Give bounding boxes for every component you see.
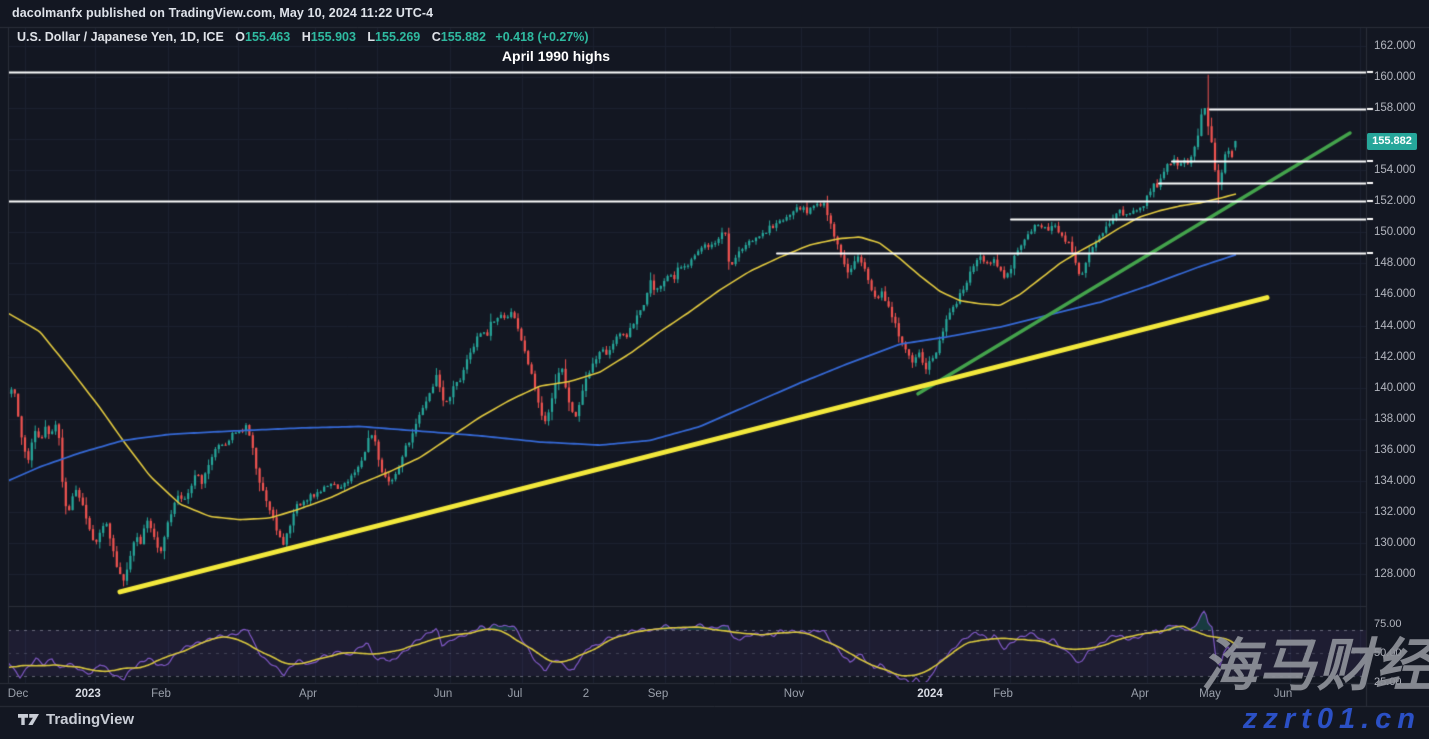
symbol-legend[interactable]: U.S. Dollar / Japanese Yen, 1D, ICE O155… (17, 30, 589, 44)
price-axis-label: 130.000 (1374, 537, 1416, 549)
ohlc-high: H155.903 (302, 30, 356, 44)
drawing-label-april-1990-highs[interactable]: April 1990 highs (502, 48, 610, 64)
ohlc-close: C155.882 (432, 30, 486, 44)
price-axis-label: 132.000 (1374, 506, 1416, 518)
tradingview-chart-window: { "publish_bar": { "text": "dacolmanfx p… (0, 0, 1429, 739)
time-axis-label: 2023 (75, 688, 101, 700)
price-axis-label: 162.000 (1374, 40, 1416, 52)
watermark-chinese: 海马财经 (1201, 638, 1429, 695)
time-axis-label: Feb (151, 688, 171, 700)
price-axis-label: 160.000 (1374, 71, 1416, 83)
tradingview-logo[interactable]: TradingView (18, 711, 134, 728)
tradingview-logo-icon (18, 714, 39, 726)
price-axis-label: 148.000 (1374, 257, 1416, 269)
price-axis-label: 128.000 (1374, 568, 1416, 580)
time-axis-label: Apr (299, 688, 317, 700)
price-axis-label: 140.000 (1374, 382, 1416, 394)
time-axis-label: Feb (993, 688, 1013, 700)
price-axis-label: 144.000 (1374, 320, 1416, 332)
price-axis-label: 138.000 (1374, 413, 1416, 425)
price-axis-label: 152.000 (1374, 195, 1416, 207)
price-axis-label: 146.000 (1374, 288, 1416, 300)
time-axis-label: Jun (434, 688, 453, 700)
watermark-url: zzrt01.cn (1243, 705, 1421, 734)
price-axis-label: 136.000 (1374, 444, 1416, 456)
ohlc-low: L155.269 (367, 30, 420, 44)
price-axis-label: 150.000 (1374, 226, 1416, 238)
chart-canvas[interactable] (0, 0, 1429, 739)
price-change: +0.418 (+0.27%) (495, 30, 588, 44)
time-axis-label: Sep (648, 688, 668, 700)
price-axis-label: 154.000 (1374, 164, 1416, 176)
publish-info: dacolmanfx published on TradingView.com,… (12, 0, 433, 27)
rsi-axis-label: 75.00 (1374, 618, 1402, 630)
price-axis-label: 142.000 (1374, 351, 1416, 363)
symbol-title: U.S. Dollar / Japanese Yen, 1D, ICE (17, 30, 224, 44)
price-axis-label: 134.000 (1374, 475, 1416, 487)
publish-info-text: dacolmanfx published on TradingView.com,… (12, 6, 433, 20)
time-axis-label: Nov (784, 688, 804, 700)
ohlc-open: O155.463 (235, 30, 290, 44)
price-axis-label: 158.000 (1374, 102, 1416, 114)
time-axis-label: 2 (583, 688, 589, 700)
time-axis-label: 2024 (917, 688, 943, 700)
tradingview-logo-text: TradingView (46, 711, 134, 728)
last-price-badge: 155.882 (1367, 133, 1417, 150)
time-axis-label: Jul (508, 688, 523, 700)
time-axis-label: Apr (1131, 688, 1149, 700)
time-axis-label: Dec (8, 688, 28, 700)
